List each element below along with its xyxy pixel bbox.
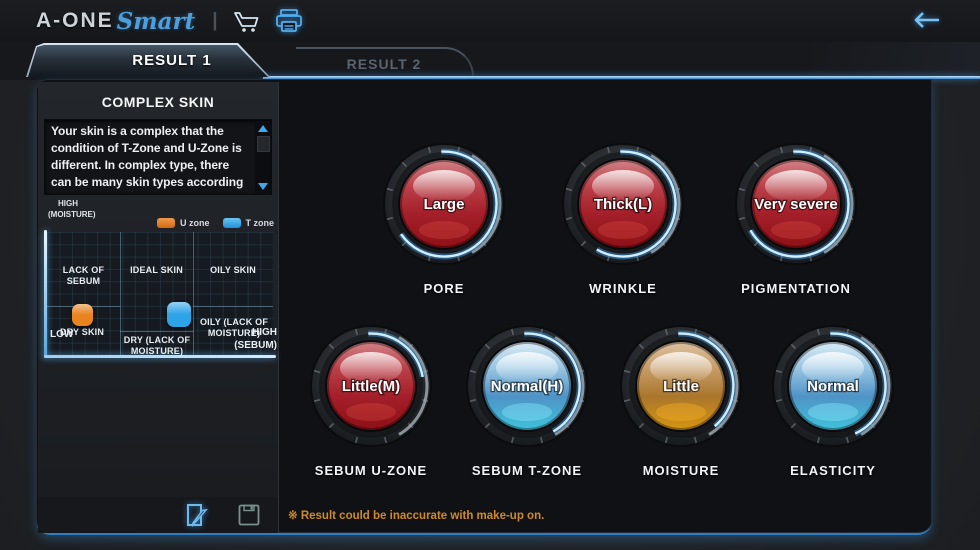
x-axis-high-text: HIGH bbox=[234, 326, 277, 339]
gauge-dial: Very severe bbox=[734, 142, 858, 266]
tab-result-2-label: RESULT 2 bbox=[347, 56, 422, 72]
svg-text:Very severe: Very severe bbox=[754, 196, 837, 213]
description-line: can be many skin types according bbox=[51, 174, 251, 191]
x-axis-low-label: LOW bbox=[50, 329, 73, 340]
grid-divider bbox=[120, 232, 121, 355]
brand-logo: A-ONE bbox=[36, 9, 114, 33]
x-axis-high-subtext: (SEBUM) bbox=[234, 339, 277, 352]
u-zone-swatch bbox=[157, 218, 175, 228]
scroll-up-icon bbox=[258, 125, 268, 132]
app-screen: A-ONE Smart | bbox=[0, 0, 980, 550]
edit-note-button[interactable] bbox=[184, 503, 210, 527]
panel-footer bbox=[38, 497, 279, 533]
gauge-pigmentation[interactable]: Very severe PIGMENTATION bbox=[734, 142, 858, 266]
top-bar: A-ONE Smart | bbox=[0, 0, 980, 42]
marker-t-zone bbox=[167, 302, 191, 327]
t-zone-swatch bbox=[223, 218, 241, 228]
region-dry-lack: DRY (LACK OF MOISTURE) bbox=[123, 335, 191, 357]
svg-text:Large: Large bbox=[424, 196, 465, 213]
logo-separator: | bbox=[212, 10, 217, 32]
skin-type-panel: COMPLEX SKIN Your skin is a complex that… bbox=[38, 82, 279, 497]
brand-logo-script: Smart bbox=[117, 8, 196, 35]
skin-type-chart: HIGH (MOISTURE) U zone T zone LACK O bbox=[38, 198, 279, 438]
y-axis-line bbox=[44, 230, 47, 358]
chart-legend: U zone T zone bbox=[157, 218, 274, 228]
save-button[interactable] bbox=[238, 504, 260, 526]
description-scrollbar[interactable] bbox=[255, 121, 270, 193]
svg-text:Thick(L): Thick(L) bbox=[594, 196, 652, 213]
gauge-sebum-u-zone[interactable]: Little(M) SEBUM U-ZONE bbox=[309, 324, 433, 448]
region-oily-skin: OILY SKIN bbox=[193, 265, 273, 276]
gauge-elasticity[interactable]: Normal ELASTICITY bbox=[771, 324, 895, 448]
u-zone-legend-label: U zone bbox=[180, 218, 210, 228]
gauge-dial: Little(M) bbox=[309, 324, 433, 448]
y-axis-sublabel: (MOISTURE) bbox=[48, 210, 96, 219]
grid-divider bbox=[193, 232, 194, 355]
description-line: Your skin is a complex that the bbox=[51, 123, 251, 140]
back-button[interactable] bbox=[912, 11, 942, 34]
svg-text:Little: Little bbox=[663, 378, 699, 395]
gauge-dial: Little bbox=[619, 324, 743, 448]
svg-text:Little(M): Little(M) bbox=[342, 378, 400, 395]
printer-icon bbox=[275, 8, 303, 34]
gauge-dial: Normal bbox=[771, 324, 895, 448]
x-axis-high-label: HIGH (SEBUM) bbox=[234, 326, 277, 352]
skin-type-title: COMPLEX SKIN bbox=[38, 94, 278, 110]
edit-note-icon bbox=[184, 503, 210, 527]
scroll-track[interactable] bbox=[255, 135, 270, 179]
cart-button[interactable] bbox=[233, 9, 261, 33]
region-ideal-skin: IDEAL SKIN bbox=[120, 265, 193, 276]
gauge-label-elasticity: ELASTICITY bbox=[733, 463, 933, 478]
makeup-warning-note: ※ Result could be inaccurate with make-u… bbox=[288, 508, 544, 522]
marker-u-zone bbox=[72, 304, 93, 326]
grid-divider bbox=[120, 331, 193, 332]
scroll-down-button[interactable] bbox=[255, 179, 270, 193]
gauge-label-pore: PORE bbox=[344, 281, 544, 296]
back-arrow-icon bbox=[912, 11, 942, 29]
description-line: different. In complex type, there bbox=[51, 157, 251, 174]
shopping-cart-icon bbox=[233, 9, 261, 33]
description-line: condition of T-Zone and U-Zone is bbox=[51, 140, 251, 157]
save-disk-icon bbox=[238, 504, 260, 526]
results-area: ※ Result could be inaccurate with make-u… bbox=[279, 79, 932, 533]
region-lack-of-sebum: LACK OF SEBUM bbox=[47, 265, 120, 287]
gauge-sebum-t-zone[interactable]: Normal(H) SEBUM T-ZONE bbox=[465, 324, 589, 448]
gauge-wrinkle[interactable]: Thick(L) WRINKLE bbox=[561, 142, 685, 266]
y-axis-label: HIGH bbox=[58, 199, 78, 208]
scroll-down-icon bbox=[258, 183, 268, 190]
tab-result-1[interactable]: RESULT 1 bbox=[26, 43, 270, 77]
gauge-moisture[interactable]: Little MOISTURE bbox=[619, 324, 743, 448]
gauge-dial: Normal(H) bbox=[465, 324, 589, 448]
t-zone-legend-label: T zone bbox=[246, 218, 275, 228]
print-button[interactable] bbox=[275, 8, 303, 34]
tab-result-1-label: RESULT 1 bbox=[26, 52, 270, 69]
gauge-dial: Large bbox=[382, 142, 506, 266]
gauge-dial: Thick(L) bbox=[561, 142, 685, 266]
content-frame: COMPLEX SKIN Your skin is a complex that… bbox=[36, 79, 932, 535]
scroll-thumb[interactable] bbox=[257, 136, 270, 152]
gauge-label-pigmentation: PIGMENTATION bbox=[696, 281, 896, 296]
gauge-pore[interactable]: Large PORE bbox=[382, 142, 506, 266]
svg-text:Normal: Normal bbox=[807, 378, 859, 395]
gauge-label-wrinkle: WRINKLE bbox=[523, 281, 723, 296]
tab-result-2[interactable]: RESULT 2 bbox=[296, 47, 474, 76]
grid-divider bbox=[193, 306, 273, 307]
svg-text:Normal(H): Normal(H) bbox=[491, 378, 564, 395]
description-textbox[interactable]: Your skin is a complex that the conditio… bbox=[44, 119, 272, 195]
scroll-up-button[interactable] bbox=[255, 121, 270, 135]
